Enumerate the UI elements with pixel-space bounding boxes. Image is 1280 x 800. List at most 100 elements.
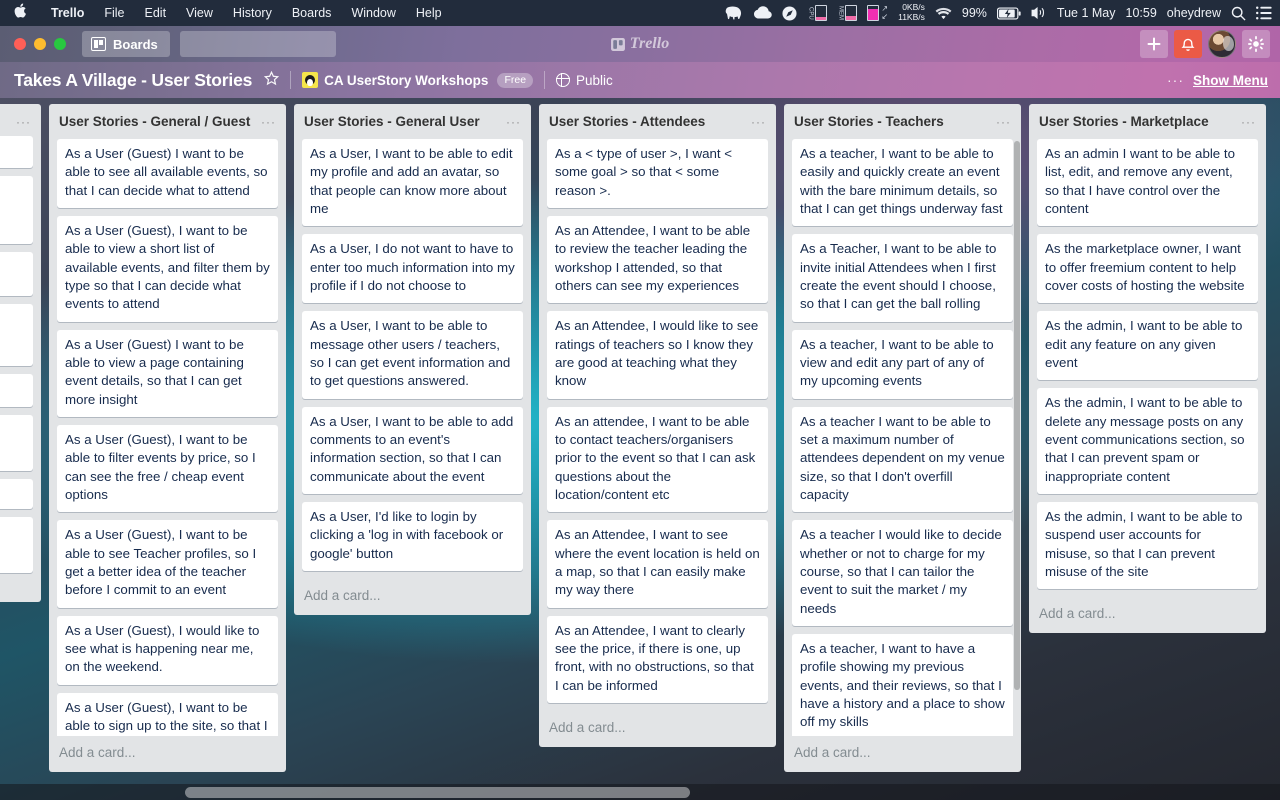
compass-icon[interactable] <box>782 5 797 21</box>
avatar[interactable] <box>1208 30 1236 58</box>
list[interactable]: User Stories - Marketplace ··· As an admin… <box>1029 104 1266 634</box>
card[interactable]: As a User (Guest), I want to be able to … <box>57 425 278 513</box>
boards-button[interactable]: Boards <box>82 31 170 57</box>
list-title[interactable]: User Stories - General User <box>304 114 502 131</box>
card[interactable]: As a User (Guest) I want to be able to v… <box>57 329 278 417</box>
card[interactable]: As a teacher I would like to decide whet… <box>792 520 1013 627</box>
maximize-window-button[interactable] <box>54 38 66 50</box>
card-list[interactable]: onal n ld l - 40 ne <box>0 136 41 581</box>
card[interactable]: As a teacher, I want to be able to view … <box>792 329 1013 399</box>
header-search-box[interactable] <box>179 31 357 66</box>
elephant-icon[interactable] <box>725 5 744 21</box>
add-card-button[interactable]: Add a card... <box>49 736 286 772</box>
list[interactable]: User Stories - Attendees ··· As a < type o… <box>539 104 776 748</box>
settings-gear-button[interactable] <box>1242 30 1270 58</box>
cloud-upload-icon[interactable] <box>754 6 773 20</box>
board-visibility[interactable]: Public <box>555 73 613 88</box>
menu-item-boards[interactable]: Boards <box>282 6 342 20</box>
list[interactable]: User Stories - General User ··· As a User,… <box>294 104 531 616</box>
overflow-dots-icon[interactable]: ··· <box>1167 72 1184 88</box>
list-title[interactable]: User Stories - Teachers <box>794 114 992 131</box>
card[interactable]: As an Attendee, I want to see where the … <box>547 520 768 608</box>
card[interactable]: As an admin I want to be able to list, e… <box>1037 138 1258 227</box>
menu-item-trello[interactable]: Trello <box>41 6 94 20</box>
network-meter-icon[interactable]: ↗ ↙ <box>867 5 888 21</box>
card[interactable]: onal <box>0 136 33 169</box>
card-list[interactable]: As a User, I want to be able to edit my … <box>294 138 531 579</box>
card[interactable]: As a User (Guest), I want to be able to … <box>57 520 278 608</box>
list-menu-icon[interactable]: ··· <box>1237 114 1258 128</box>
card[interactable]: As a < type of user >, I want < some goa… <box>547 138 768 208</box>
card[interactable] <box>0 252 33 297</box>
card[interactable]: ne <box>0 516 33 573</box>
card[interactable]: As a teacher, I want to be able to easil… <box>792 138 1013 227</box>
wifi-icon[interactable] <box>935 7 952 20</box>
board-horizontal-scrollbar[interactable] <box>0 784 1280 800</box>
add-card-button[interactable] <box>0 581 41 602</box>
list-scrollbar[interactable] <box>1014 140 1020 691</box>
card[interactable]: l <box>0 374 33 407</box>
add-button[interactable] <box>1140 30 1168 58</box>
show-menu-link[interactable]: Show Menu <box>1193 73 1268 88</box>
list-menu-icon[interactable]: ··· <box>502 114 523 128</box>
card[interactable]: As the admin, I want to be able to suspe… <box>1037 502 1258 590</box>
card[interactable]: As a User, I'd like to login by clicking… <box>302 502 523 572</box>
card-list[interactable]: As an admin I want to be able to list, e… <box>1029 138 1266 598</box>
close-window-button[interactable] <box>14 38 26 50</box>
card[interactable]: As a teacher I want to be able to set a … <box>792 406 1013 513</box>
card[interactable]: As a User, I want to be able to message … <box>302 311 523 399</box>
list-menu-icon[interactable]: ··· <box>747 114 768 128</box>
organization-chip[interactable]: CA UserStory Workshops Free <box>302 72 534 88</box>
add-card-button[interactable]: Add a card... <box>294 579 531 615</box>
card[interactable]: As an Attendee, I would like to see rati… <box>547 311 768 399</box>
list-title[interactable]: User Stories - General / Guest <box>59 114 257 131</box>
add-card-button[interactable]: Add a card... <box>784 736 1021 772</box>
battery-charging-icon[interactable] <box>996 6 1021 20</box>
card[interactable]: As the admin, I want to be able to delet… <box>1037 388 1258 495</box>
list-title[interactable]: User Stories - Attendees <box>549 114 747 131</box>
memory-meter-icon[interactable]: MEM <box>837 5 858 21</box>
card-list[interactable]: As a User (Guest) I want to be able to s… <box>49 138 286 736</box>
menubar-username[interactable]: oheydrew <box>1167 6 1221 20</box>
list[interactable]: User Stories - Teachers ··· As a teacher, … <box>784 104 1021 772</box>
spotlight-search-icon[interactable] <box>1231 6 1246 21</box>
card[interactable]: As a User (Guest) I want to be able to s… <box>57 138 278 208</box>
list[interactable]: User Stories - General / Guest ··· As a Us… <box>49 104 286 772</box>
apple-menu-icon[interactable] <box>0 3 41 21</box>
menu-item-help[interactable]: Help <box>406 6 452 20</box>
menu-item-edit[interactable]: Edit <box>135 6 177 20</box>
list[interactable]: ··· onal n ld l - 40 ne <box>0 104 41 602</box>
card[interactable]: n <box>0 176 33 245</box>
card[interactable]: ld <box>0 304 33 367</box>
card[interactable]: As an attendee, I want to be able to con… <box>547 406 768 513</box>
menu-item-file[interactable]: File <box>94 6 134 20</box>
menu-item-history[interactable]: History <box>223 6 282 20</box>
list-menu-icon[interactable]: ··· <box>257 114 278 128</box>
cpu-meter-icon[interactable]: CPU <box>807 5 828 21</box>
card[interactable]: As a User (Guest), I want to be able to … <box>57 692 278 736</box>
card[interactable]: As a User, I do not want to have to ente… <box>302 234 523 304</box>
card[interactable]: As the admin, I want to be able to edit … <box>1037 311 1258 381</box>
card[interactable]: As a teacher, I want to have a profile s… <box>792 634 1013 736</box>
card[interactable]: As a User (Guest), I would like to see w… <box>57 615 278 685</box>
card-list[interactable]: As a < type of user >, I want < some goa… <box>539 138 776 711</box>
search-input[interactable] <box>186 37 342 51</box>
card[interactable]: As an Attendee, I want to clearly see th… <box>547 615 768 704</box>
card[interactable]: As a Teacher, I want to be able to invit… <box>792 234 1013 322</box>
menu-item-window[interactable]: Window <box>341 6 405 20</box>
card[interactable]: As the marketplace owner, I want to offe… <box>1037 234 1258 304</box>
star-icon[interactable] <box>263 70 280 90</box>
card[interactable]: As a User, I want to be able to add comm… <box>302 406 523 495</box>
card[interactable] <box>0 478 33 509</box>
notifications-button[interactable] <box>1174 30 1202 58</box>
card[interactable]: As a User (Guest), I want to be able to … <box>57 215 278 322</box>
notification-center-icon[interactable] <box>1256 6 1272 20</box>
volume-icon[interactable] <box>1031 6 1047 20</box>
card-list[interactable]: As a teacher, I want to be able to easil… <box>784 138 1021 736</box>
board-title[interactable]: Takes A Village - User Stories <box>14 70 252 91</box>
card[interactable]: - 40 <box>0 414 33 471</box>
board-scrollbar-thumb[interactable] <box>185 787 690 798</box>
add-card-button[interactable]: Add a card... <box>539 711 776 747</box>
minimize-window-button[interactable] <box>34 38 46 50</box>
list-menu-icon[interactable]: ··· <box>992 114 1013 128</box>
